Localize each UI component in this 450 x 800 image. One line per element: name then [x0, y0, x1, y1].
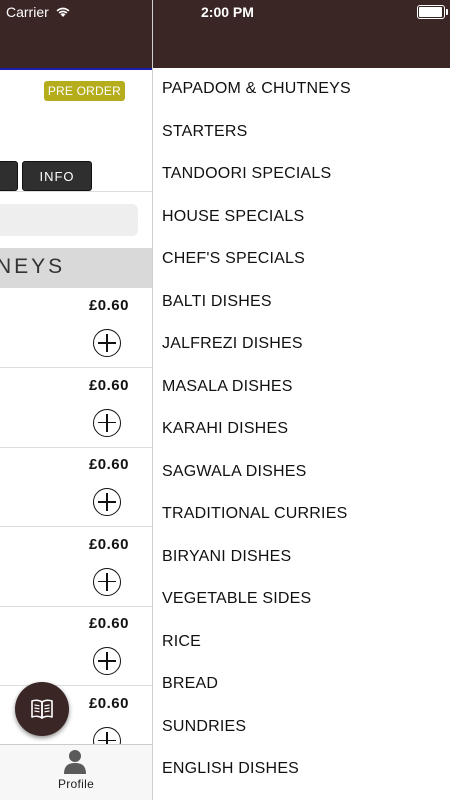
add-item-button[interactable]: [93, 567, 121, 596]
status-carrier: Carrier: [6, 4, 71, 20]
status-time: 2:00 PM: [201, 4, 254, 20]
category-item[interactable]: HOUSE SPECIALS: [153, 196, 450, 239]
drawer-header: 2:00 PM: [153, 0, 450, 68]
main-header: Carrier: [0, 0, 152, 70]
category-item[interactable]: TANDOORI SPECIALS: [153, 153, 450, 196]
add-item-button[interactable]: [93, 408, 121, 437]
info-button[interactable]: INFO: [22, 161, 92, 191]
divider: [0, 191, 152, 192]
category-item[interactable]: KARAHI DISHES: [153, 408, 450, 451]
partial-tab-button[interactable]: [0, 161, 18, 191]
menu-item-row: £0.60: [0, 447, 152, 527]
add-item-button[interactable]: [93, 329, 121, 357]
item-price: £0.60: [88, 297, 129, 314]
menu-fab-button[interactable]: [15, 682, 69, 736]
add-item-button[interactable]: [93, 488, 121, 516]
item-price: £0.60: [88, 535, 129, 553]
menu-item-row: £0.60: [0, 527, 152, 607]
category-item[interactable]: SAGWALA DISHES: [153, 451, 450, 494]
category-item[interactable]: SUNDRIES: [153, 706, 450, 749]
profile-tab-label[interactable]: Profile: [0, 777, 152, 791]
item-price: £0.60: [88, 615, 129, 632]
category-item[interactable]: JALFREZI DISHES: [153, 323, 450, 366]
category-drawer: 2:00 PM PAPADOM & CHUTNEYS STARTERS TAND…: [152, 0, 450, 800]
preorder-badge[interactable]: PRE ORDER: [43, 81, 125, 101]
menu-item-row: £0.60: [0, 288, 152, 368]
category-item[interactable]: BALTI DISHES: [153, 281, 450, 324]
menu-item-row: £0.60: [0, 606, 152, 686]
menu-item-row: £0.60: [0, 368, 152, 448]
item-price: £0.60: [88, 376, 129, 394]
open-book-icon: [31, 699, 53, 719]
item-price: £0.60: [88, 694, 129, 712]
category-item[interactable]: PAPADOM & CHUTNEYS: [153, 68, 450, 111]
section-title: NEYS: [0, 255, 66, 278]
add-item-button[interactable]: [93, 647, 121, 675]
category-item[interactable]: CHEF'S SPECIALS: [153, 238, 450, 281]
category-item[interactable]: BIRYANI DISHES: [153, 536, 450, 579]
search-input[interactable]: [0, 204, 138, 236]
carrier-label: Carrier: [6, 4, 49, 20]
category-item[interactable]: ENGLISH DISHES: [153, 748, 450, 791]
wifi-icon: [56, 7, 70, 17]
category-item[interactable]: TRADITIONAL CURRIES: [153, 493, 450, 536]
category-item[interactable]: MASALA DISHES: [153, 366, 450, 409]
person-icon[interactable]: [62, 748, 88, 774]
category-list: PAPADOM & CHUTNEYS STARTERS TANDOORI SPE…: [153, 68, 450, 791]
category-item[interactable]: VEGETABLE SIDES: [153, 578, 450, 621]
battery-icon: [417, 5, 448, 19]
category-item[interactable]: STARTERS: [153, 111, 450, 154]
category-item[interactable]: RICE: [153, 621, 450, 664]
main-panel: Carrier PRE ORDER INFO NEYS £0.60 £0.60 …: [0, 0, 152, 800]
category-item[interactable]: BREAD: [153, 663, 450, 706]
item-price: £0.60: [88, 456, 129, 473]
